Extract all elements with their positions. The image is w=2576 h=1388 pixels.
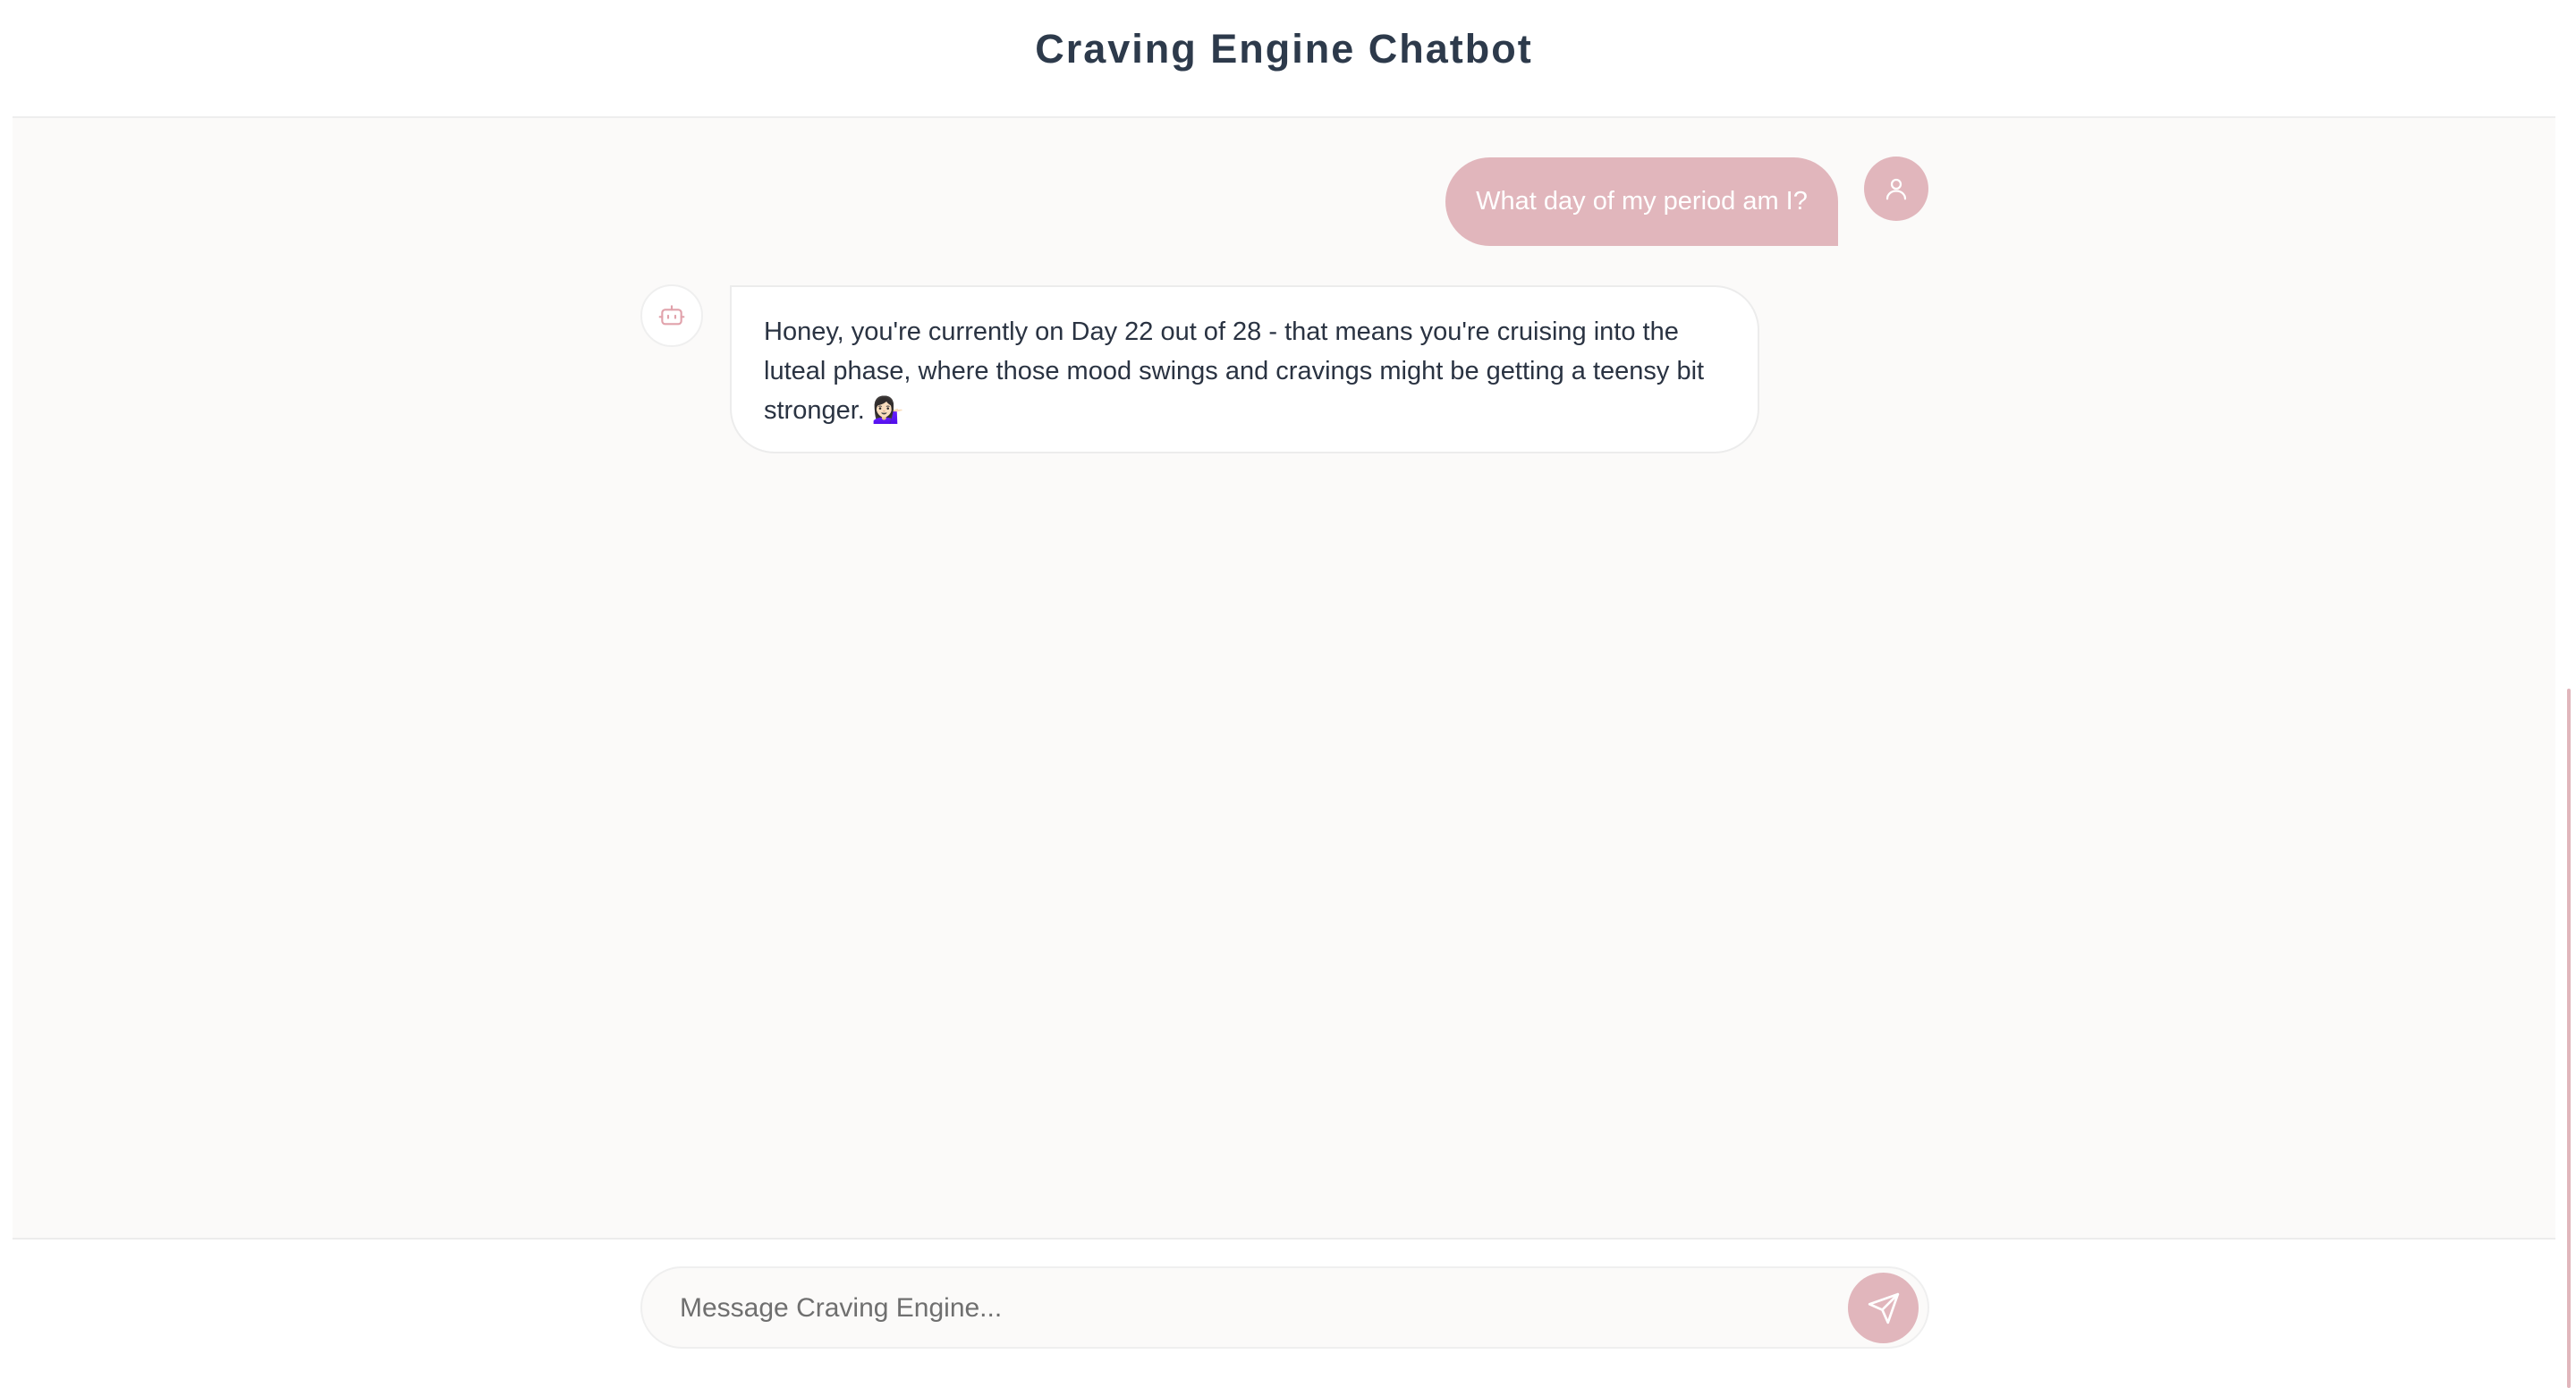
message-list[interactable]: What day of my period am I? Honey, you'r… xyxy=(13,118,2555,1240)
scrollbar-thumb[interactable] xyxy=(2567,689,2571,1388)
user-message-bubble: What day of my period am I? xyxy=(1445,157,1838,246)
robot-icon xyxy=(658,305,685,326)
user-avatar xyxy=(1864,157,1928,221)
header: Craving Engine Chatbot xyxy=(13,0,2555,118)
page-title: Craving Engine Chatbot xyxy=(1035,26,1533,72)
bot-message-bubble: Honey, you're currently on Day 22 out of… xyxy=(730,285,1759,453)
composer xyxy=(13,1240,2555,1388)
bot-message-text: Honey, you're currently on Day 22 out of… xyxy=(764,317,1705,425)
chat-app: Craving Engine Chatbot What day of my pe… xyxy=(13,0,2555,1388)
user-icon xyxy=(1885,178,1907,200)
send-icon xyxy=(1868,1292,1899,1324)
user-message-text: What day of my period am I? xyxy=(1476,187,1808,216)
bot-avatar xyxy=(640,284,703,347)
send-button[interactable] xyxy=(1848,1273,1919,1343)
message-input-container xyxy=(640,1266,1929,1349)
message-input[interactable] xyxy=(678,1268,1809,1349)
